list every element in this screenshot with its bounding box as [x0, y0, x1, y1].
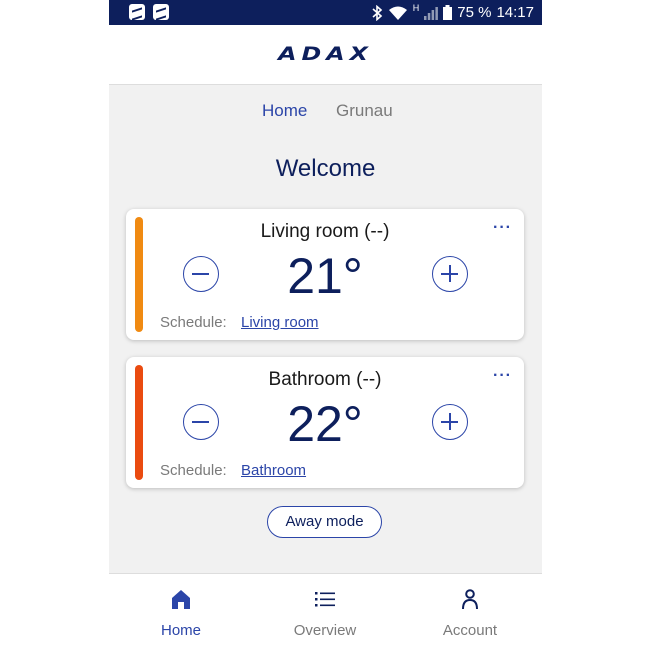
- tab-grunau[interactable]: Grunau: [336, 101, 393, 121]
- status-bar: H 75 % 14:17: [109, 0, 542, 25]
- bluetooth-icon: [372, 4, 382, 21]
- adax-logo: ADAX: [278, 43, 373, 65]
- room-name: Bathroom (--): [268, 369, 382, 390]
- nav-label: Account: [442, 622, 498, 639]
- list-icon: [315, 592, 335, 607]
- app-notification-icon: [129, 4, 145, 20]
- room-card-living-room[interactable]: Living room (--) ··· 21° Schedule: Livin…: [126, 209, 524, 340]
- status-bar-indicators: H 75 % 14:17: [371, 0, 534, 25]
- schedule-label: Schedule:: [160, 314, 227, 331]
- tab-home[interactable]: Home: [262, 101, 307, 121]
- bottom-navigation: Home Overview Account: [109, 573, 542, 650]
- wifi-icon: [388, 6, 407, 20]
- status-time: 14:17: [496, 4, 534, 21]
- battery-percentage: 75 %: [457, 4, 492, 21]
- nav-label: Home: [160, 622, 201, 639]
- schedule-link[interactable]: Living room: [241, 314, 319, 331]
- increase-temperature-button[interactable]: [432, 404, 468, 440]
- app-header: ADAX: [109, 25, 542, 85]
- signal-icon: [424, 6, 439, 20]
- schedule-link[interactable]: Bathroom: [241, 462, 306, 479]
- nav-home[interactable]: Home: [121, 574, 241, 650]
- phone-screen: H 75 % 14:17 ADAX Home Grunau Welcome Li…: [109, 0, 542, 650]
- more-options-button[interactable]: ···: [493, 219, 512, 237]
- away-mode-button[interactable]: Away mode: [267, 506, 382, 538]
- nav-account[interactable]: Account: [410, 574, 530, 650]
- increase-temperature-button[interactable]: [432, 256, 468, 292]
- room-card-bathroom[interactable]: Bathroom (--) ··· 22° Schedule: Bathroom: [126, 357, 524, 488]
- nav-overview[interactable]: Overview: [265, 574, 385, 650]
- schedule-label: Schedule:: [160, 462, 227, 479]
- home-icon: [172, 590, 190, 609]
- location-tabs: Home Grunau: [109, 101, 542, 123]
- room-name: Living room (--): [260, 221, 390, 242]
- person-icon: [462, 589, 478, 610]
- app-notification-icon: [153, 4, 169, 20]
- nav-label: Overview: [293, 622, 357, 639]
- battery-icon: [443, 5, 453, 20]
- welcome-heading: Welcome: [275, 155, 376, 182]
- network-type-label: H: [412, 2, 420, 13]
- more-options-button[interactable]: ···: [493, 367, 512, 385]
